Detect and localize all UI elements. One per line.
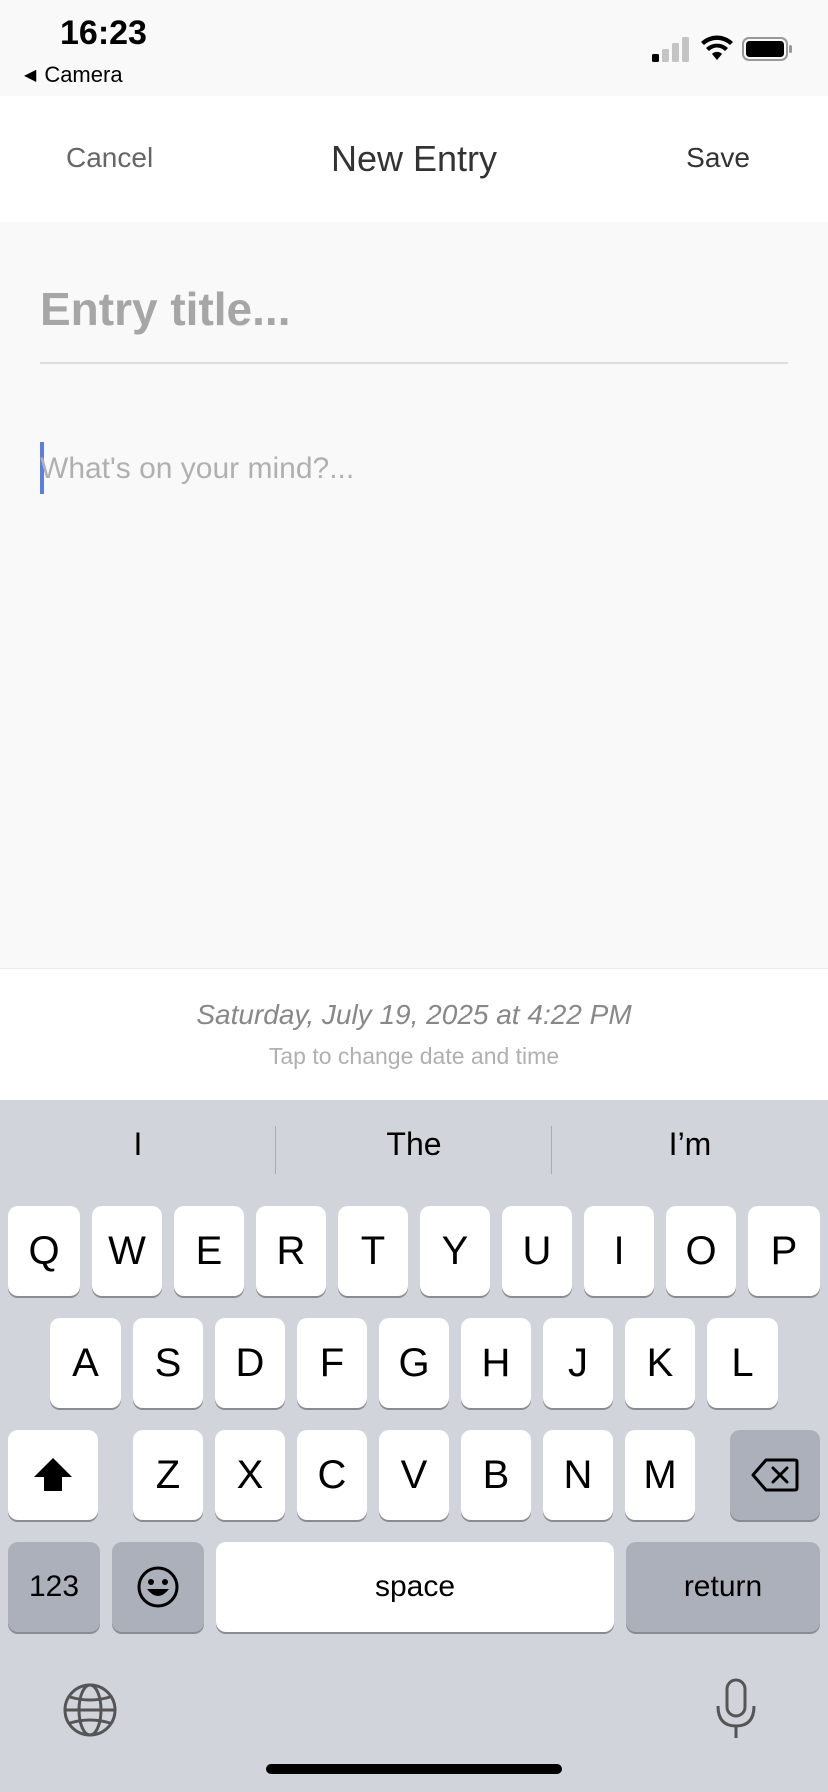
suggestion-2[interactable]: The [276, 1126, 552, 1163]
status-time: 16:23 [60, 14, 147, 52]
key-q[interactable]: Q [8, 1206, 80, 1296]
delete-icon [751, 1458, 799, 1492]
key-j[interactable]: J [543, 1318, 613, 1408]
cellular-signal-icon [652, 37, 689, 62]
key-g[interactable]: G [379, 1318, 449, 1408]
date-hint: Tap to change date and time [268, 1043, 560, 1069]
date-picker-area[interactable]: Saturday, July 19, 2025 at 4:22 PM Tap t… [0, 968, 828, 1101]
key-e[interactable]: E [174, 1206, 244, 1296]
entry-title-input[interactable]: Entry title... [40, 282, 788, 336]
emoji-key[interactable] [112, 1542, 204, 1632]
key-k[interactable]: K [625, 1318, 695, 1408]
keyboard: I The I’m Q W E R T Y U I O P A S D F G … [0, 1100, 828, 1792]
shift-key[interactable] [8, 1430, 98, 1520]
key-l[interactable]: L [707, 1318, 778, 1408]
microphone-icon[interactable] [714, 1678, 758, 1740]
key-a[interactable]: A [50, 1318, 121, 1408]
status-bar: 16:23 ◀ Camera [0, 0, 828, 96]
return-key[interactable]: return [626, 1542, 820, 1632]
numbers-key[interactable]: 123 [8, 1542, 100, 1632]
key-n[interactable]: N [543, 1430, 613, 1520]
key-w[interactable]: W [92, 1206, 162, 1296]
key-r[interactable]: R [256, 1206, 326, 1296]
key-y[interactable]: Y [420, 1206, 490, 1296]
delete-key[interactable] [730, 1430, 820, 1520]
key-f[interactable]: F [297, 1318, 367, 1408]
back-app-label: Camera [44, 62, 123, 87]
battery-icon [742, 37, 792, 61]
key-o[interactable]: O [666, 1206, 736, 1296]
entry-date[interactable]: Saturday, July 19, 2025 at 4:22 PM [0, 999, 828, 1031]
key-d[interactable]: D [215, 1318, 285, 1408]
key-i[interactable]: I [584, 1206, 654, 1296]
suggestion-1[interactable]: I [0, 1126, 276, 1163]
space-key[interactable]: space [216, 1542, 614, 1632]
back-triangle-icon: ◀ [24, 67, 37, 84]
globe-icon[interactable] [62, 1682, 118, 1738]
keyboard-suggestions: I The I’m [0, 1100, 828, 1192]
key-h[interactable]: H [461, 1318, 531, 1408]
emoji-icon [137, 1566, 179, 1608]
key-z[interactable]: Z [133, 1430, 203, 1520]
key-m[interactable]: M [625, 1430, 695, 1520]
entry-editor: Entry title... What's on your mind?... [0, 222, 828, 967]
wifi-icon [701, 35, 733, 60]
key-v[interactable]: V [379, 1430, 449, 1520]
title-divider [40, 362, 788, 364]
shift-icon [34, 1458, 72, 1491]
key-u[interactable]: U [502, 1206, 572, 1296]
key-p[interactable]: P [748, 1206, 820, 1296]
key-s[interactable]: S [133, 1318, 203, 1408]
key-b[interactable]: B [461, 1430, 531, 1520]
back-to-camera-link[interactable]: ◀ Camera [24, 62, 123, 88]
entry-body-input[interactable]: What's on your mind?... [40, 452, 354, 486]
key-x[interactable]: X [215, 1430, 285, 1520]
save-button[interactable]: Save [686, 142, 750, 174]
home-indicator[interactable] [266, 1764, 562, 1774]
key-c[interactable]: C [297, 1430, 367, 1520]
key-t[interactable]: T [338, 1206, 408, 1296]
navigation-bar: Cancel New Entry Save [0, 96, 828, 223]
suggestion-3[interactable]: I’m [552, 1126, 828, 1163]
